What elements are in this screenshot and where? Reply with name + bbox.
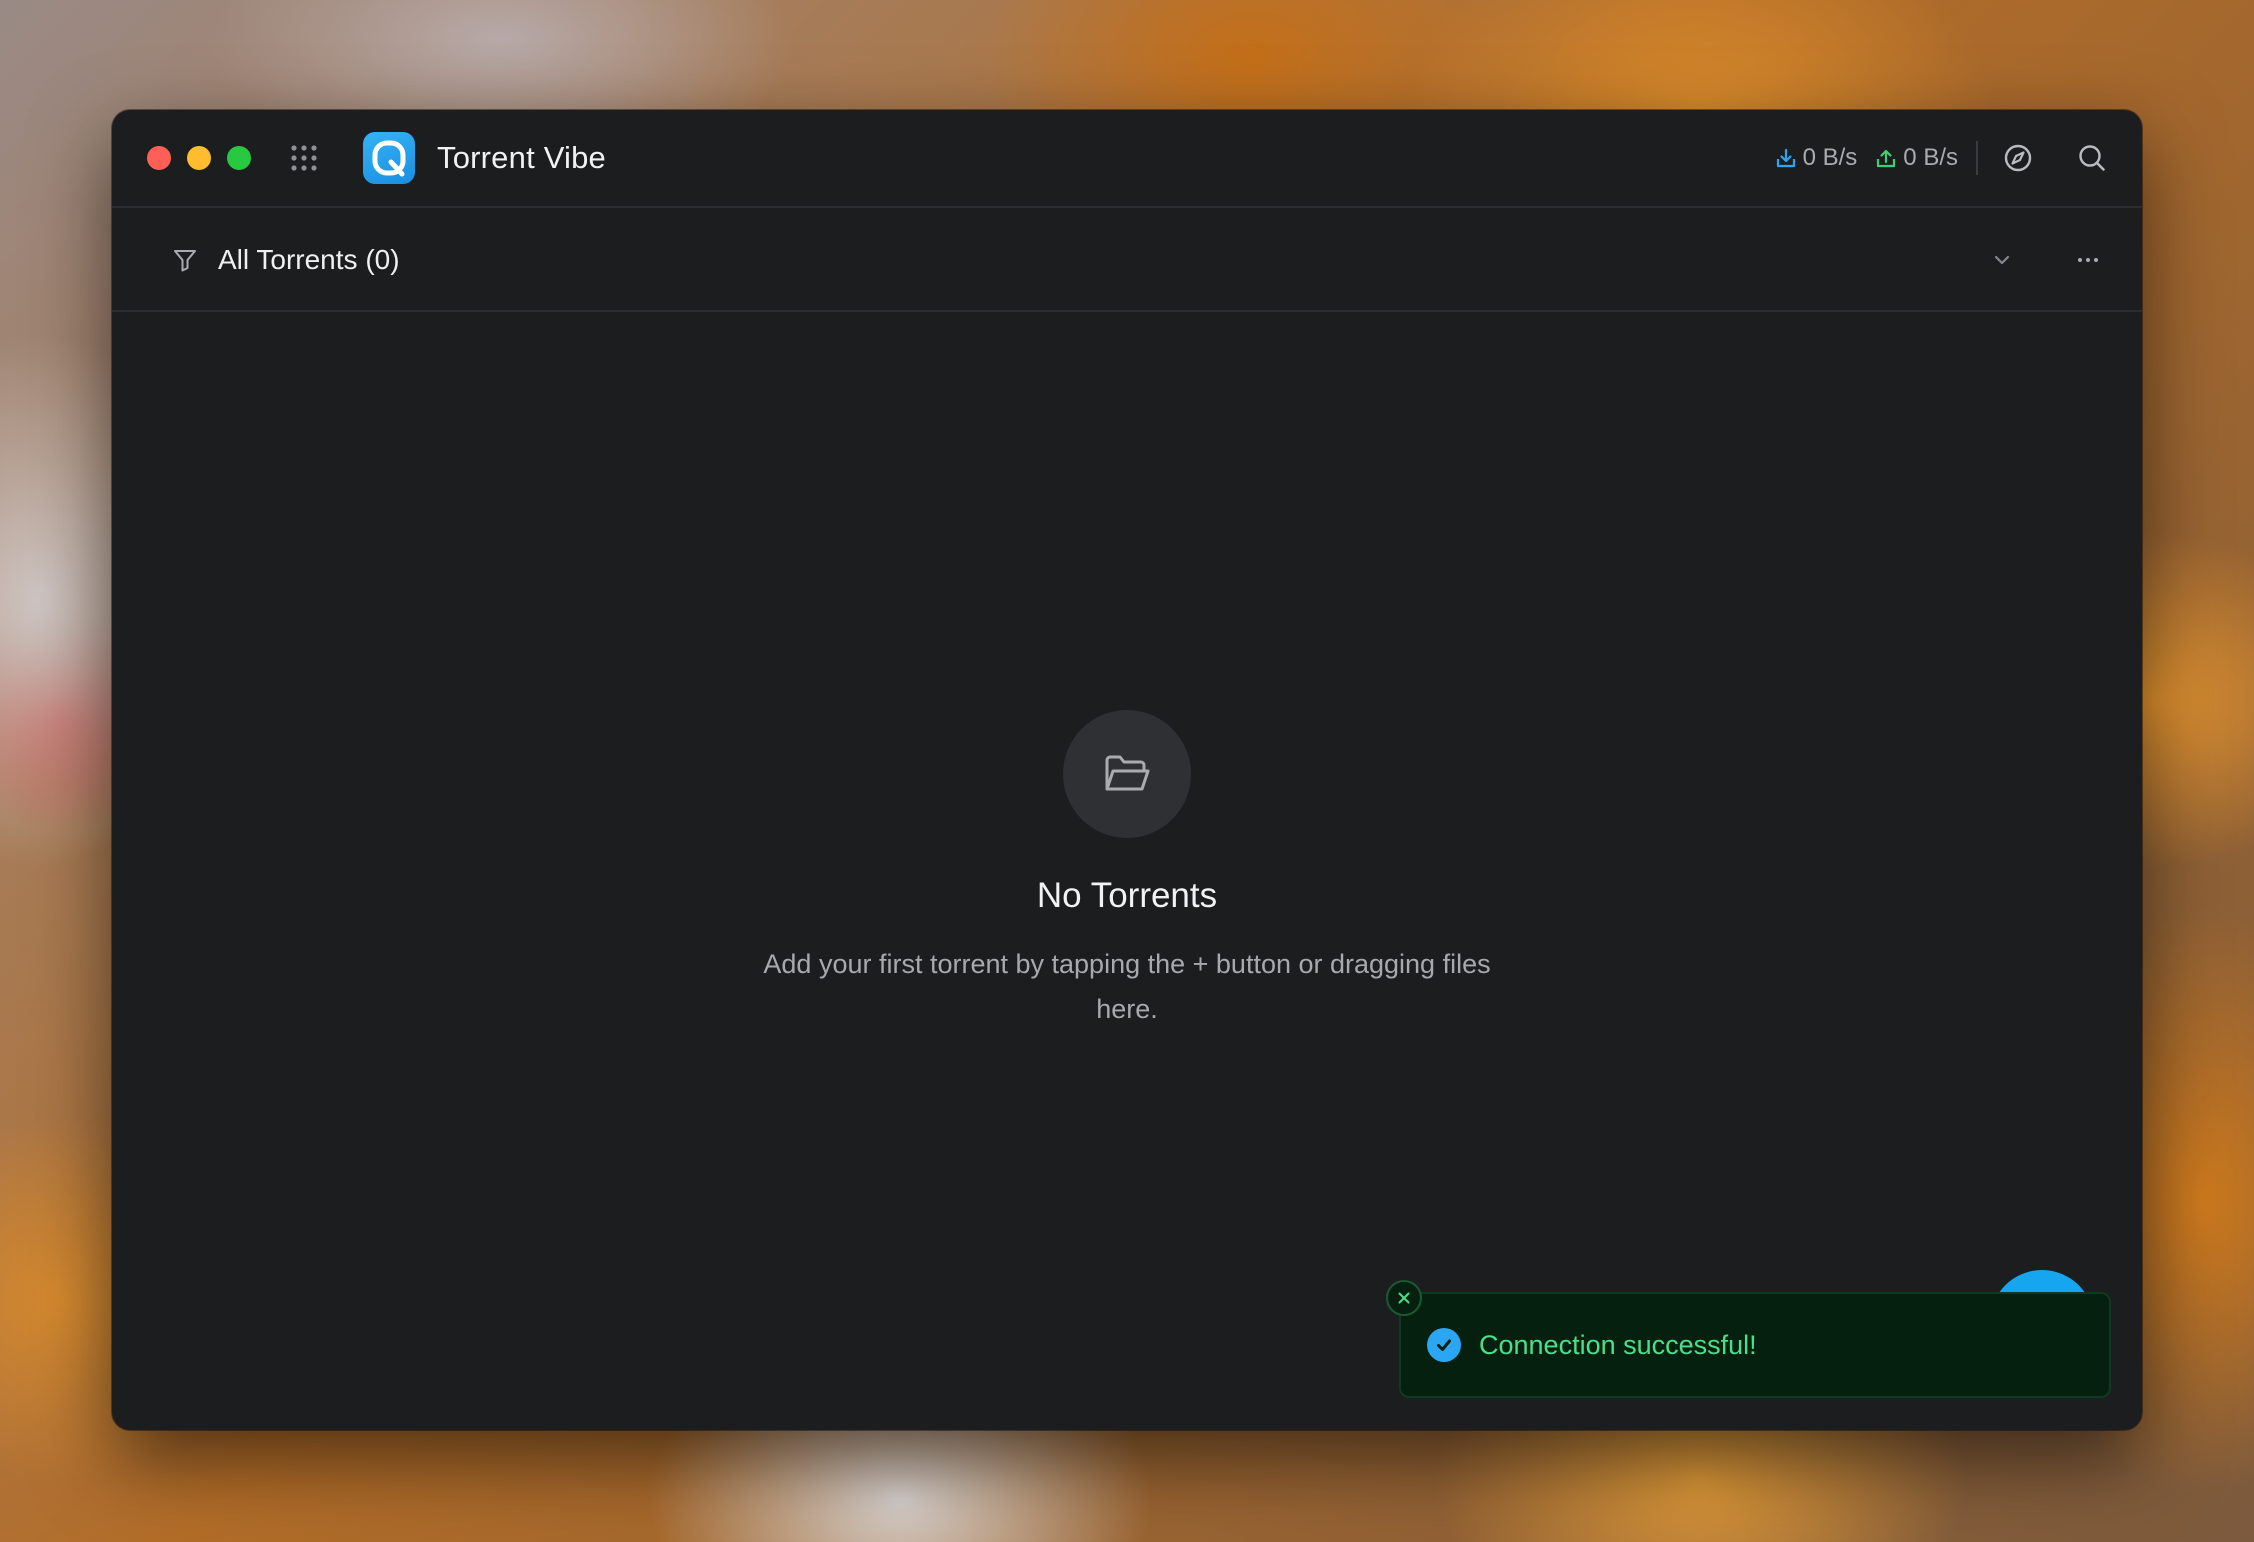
app-window: Torrent Vibe 0 B/s 0 B/s All Torrents (0…	[112, 110, 2142, 1430]
search-icon[interactable]	[2070, 136, 2114, 180]
compass-icon[interactable]	[1996, 136, 2040, 180]
toast-message: Connection successful!	[1479, 1329, 1757, 1360]
app-logo	[363, 132, 415, 184]
upload-icon	[1877, 149, 1896, 168]
upload-speed: 0 B/s	[1875, 144, 1958, 172]
upload-speed-value: 0 B/s	[1903, 144, 1958, 171]
filter-bar: All Torrents (0)	[112, 210, 2142, 312]
download-speed-value: 0 B/s	[1802, 144, 1858, 171]
download-speed: 0 B/s	[1775, 144, 1858, 172]
filter-icon	[174, 250, 196, 272]
empty-state-icon-container	[1063, 710, 1191, 838]
maximize-window-button[interactable]	[227, 146, 251, 170]
filter-label: All Torrents (0)	[218, 244, 400, 275]
filter-selector[interactable]: All Torrents (0)	[172, 244, 400, 276]
more-icon[interactable]	[2066, 238, 2110, 282]
grid-icon[interactable]	[289, 143, 319, 173]
window-controls	[147, 146, 251, 170]
empty-state-title: No Torrents	[1036, 876, 1218, 915]
check-circle-icon	[1427, 1328, 1461, 1362]
app-title: Torrent Vibe	[437, 140, 606, 175]
download-icon	[1776, 148, 1795, 168]
chevron-down-icon[interactable]	[1980, 238, 2024, 282]
folder-open-icon	[1105, 755, 1150, 791]
minimize-window-button[interactable]	[187, 146, 211, 170]
speed-indicators: 0 B/s 0 B/s	[1775, 144, 1958, 172]
empty-state: No Torrents Add your first torrent by ta…	[112, 710, 2142, 1032]
empty-state-description: Add your first torrent by tapping the + …	[763, 949, 1491, 1024]
close-window-button[interactable]	[147, 146, 171, 170]
titlebar-divider	[1976, 141, 1978, 175]
toast-notification: Connection successful!	[1399, 1292, 2111, 1398]
close-icon[interactable]	[1386, 1280, 1422, 1316]
titlebar: Torrent Vibe 0 B/s 0 B/s	[112, 110, 2142, 208]
